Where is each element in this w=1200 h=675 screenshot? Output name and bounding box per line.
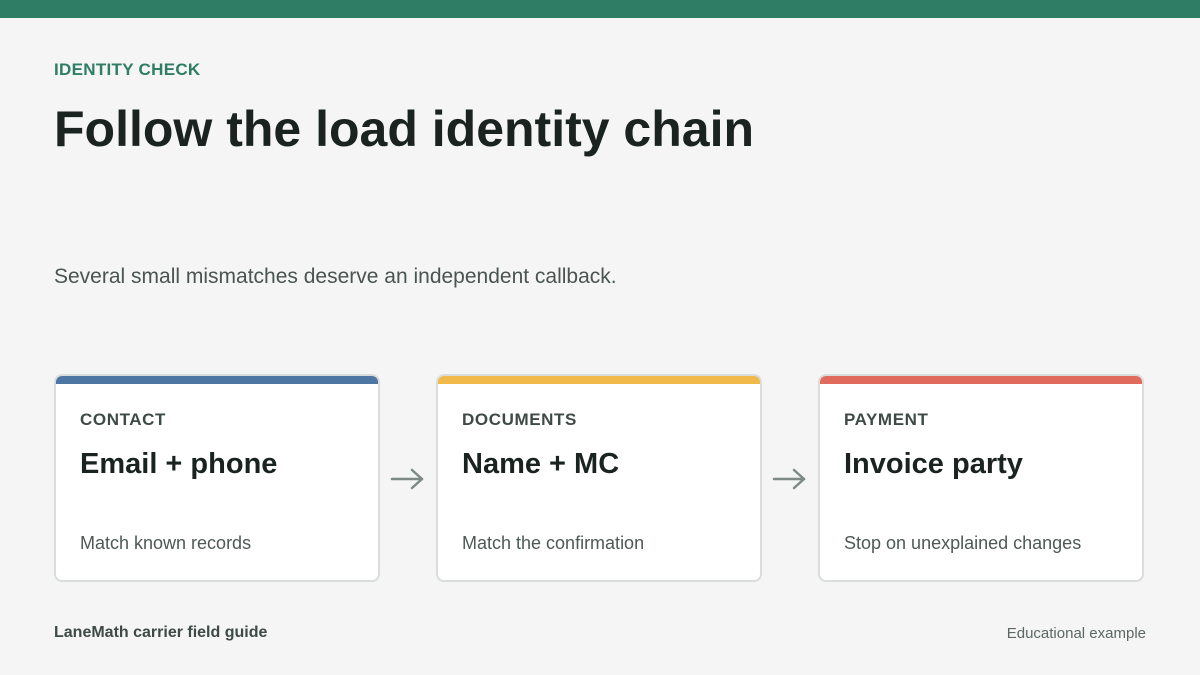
card-heading: Name + MC xyxy=(462,448,620,480)
step-card-payment: PAYMENT Invoice party Stop on unexplaine… xyxy=(818,374,1144,582)
card-kicker: PAYMENT xyxy=(844,410,929,429)
card-kicker: CONTACT xyxy=(80,410,167,429)
card-heading: Email + phone xyxy=(80,448,278,480)
card-note: Stop on unexplained changes xyxy=(844,533,1082,553)
card-accent-bar xyxy=(438,376,760,384)
card-kicker: DOCUMENTS xyxy=(462,410,577,429)
eyebrow-label: IDENTITY CHECK xyxy=(54,60,201,79)
arrow-right-icon xyxy=(390,468,424,490)
card-note: Match the confirmation xyxy=(462,533,645,553)
step-card-contact: CONTACT Email + phone Match known record… xyxy=(54,374,380,582)
card-accent-bar xyxy=(820,376,1142,384)
page-subtitle: Several small mismatches deserve an inde… xyxy=(54,265,617,288)
footer-brand: LaneMath carrier field guide xyxy=(54,624,268,641)
card-accent-bar xyxy=(56,376,378,384)
step-card-documents: DOCUMENTS Name + MC Match the confirmati… xyxy=(436,374,762,582)
top-accent-bar xyxy=(0,0,1200,18)
card-heading: Invoice party xyxy=(844,448,1023,480)
footer-note: Educational example xyxy=(1006,625,1146,642)
page-title: Follow the load identity chain xyxy=(54,101,755,157)
card-note: Match known records xyxy=(80,533,252,553)
arrow-right-icon xyxy=(772,468,806,490)
